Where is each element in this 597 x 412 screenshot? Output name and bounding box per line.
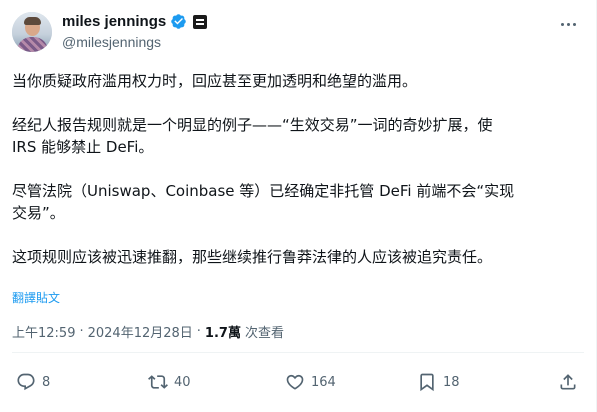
author-handle[interactable]: @milesjennings — [62, 34, 161, 50]
reply-icon — [17, 373, 35, 391]
tweet-paragraph: 尽管法院（Uniswap、Coinbase 等）已经确定非托管 DeFi 前端不… — [12, 182, 515, 222]
share-icon — [560, 374, 576, 390]
like-count: 164 — [311, 374, 336, 390]
tweet-meta: 上午12:59 · 2024年12月28日 · 1.7萬 次查看 — [12, 322, 284, 341]
tweet-paragraph: 当你质疑政府滥用权力时，回应甚至更加透明和绝望的滥用。 — [12, 72, 418, 90]
retweet-icon — [148, 375, 168, 389]
retweet-button[interactable]: 40 — [148, 372, 191, 392]
reply-button[interactable]: 8 — [16, 372, 50, 392]
views-count: 1.7萬 — [204, 326, 241, 341]
author-name-row: miles jennings — [62, 13, 208, 30]
tweet-card: miles jennings @milesjennings 当你质疑政府滥用权力… — [0, 0, 597, 412]
meta-separator: · — [79, 324, 84, 339]
like-button[interactable]: 164 — [285, 372, 336, 392]
bookmark-button[interactable]: 18 — [417, 372, 460, 392]
reply-count: 8 — [42, 374, 51, 390]
tweet-paragraph: 经纪人报告规则就是一个明显的例子——“生效交易”一词的奇妙扩展，使 IRS 能够… — [12, 116, 493, 156]
divider — [12, 352, 584, 353]
share-button[interactable] — [558, 372, 578, 392]
translate-post-link[interactable]: 翻譯貼文 — [12, 289, 60, 306]
meta-separator: · — [196, 324, 201, 339]
affiliation-badge-icon[interactable] — [193, 14, 208, 29]
bookmark-count: 18 — [443, 374, 460, 390]
tweet-header: miles jennings @milesjennings — [12, 10, 584, 56]
bookmark-icon — [420, 373, 434, 392]
verified-badge-icon[interactable] — [170, 13, 187, 30]
action-bar: 8 40 164 18 — [12, 362, 584, 402]
tweet-text: 当你质疑政府滥用权力时，回应甚至更加透明和绝望的滥用。 经纪人报告规则就是一个明… — [12, 70, 582, 268]
avatar[interactable] — [12, 12, 52, 52]
retweet-count: 40 — [174, 374, 191, 390]
more-options-icon[interactable] — [556, 14, 580, 34]
author-display-name[interactable]: miles jennings — [62, 13, 166, 30]
tweet-date[interactable]: 2024年12月28日 — [88, 322, 193, 341]
views-label: 次查看 — [244, 326, 284, 341]
tweet-paragraph: 这项规则应该被迅速推翻，那些继续推行鲁莽法律的人应该被追究责任。 — [12, 248, 493, 266]
tweet-time[interactable]: 上午12:59 — [12, 322, 75, 341]
heart-icon — [286, 374, 304, 390]
